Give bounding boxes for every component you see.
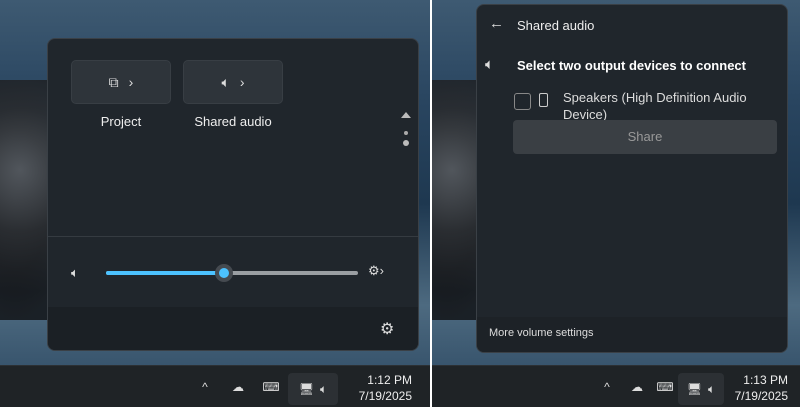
audio-output-selector-button[interactable]: ⚙︎› bbox=[368, 263, 384, 279]
screenshot-right: ← Shared audio 🔈︎ Select two output devi… bbox=[432, 0, 800, 407]
keyboard-icon[interactable]: ⌨︎ bbox=[260, 366, 282, 407]
onedrive-icon[interactable]: ☁︎ bbox=[626, 366, 648, 407]
prompt-text: Select two output devices to connect bbox=[517, 58, 746, 73]
volume-slider-fill bbox=[106, 271, 225, 275]
show-hidden-icons-chevron-up-icon[interactable]: ^ bbox=[196, 366, 214, 407]
share-button[interactable]: Share bbox=[513, 120, 777, 154]
show-hidden-icons-chevron-up-icon[interactable]: ^ bbox=[598, 366, 616, 407]
shared-audio-icon: 🔈︎ bbox=[221, 73, 230, 90]
page-up-icon[interactable] bbox=[401, 112, 411, 118]
clock[interactable]: 1:13 PM 7/19/2025 bbox=[728, 372, 788, 404]
screenshot-left: ⧉ › Project 🔈︎ › Shared audio 🔈︎ ⚙︎› ⚙ ^ ☁… bbox=[0, 0, 430, 407]
keyboard-icon[interactable]: ⌨︎ bbox=[654, 366, 676, 407]
project-icon: ⧉ bbox=[108, 73, 119, 90]
device-label[interactable]: Speakers (High Definition Audio Device) bbox=[563, 89, 763, 123]
speaker-icon bbox=[539, 93, 548, 107]
panel-title: Shared audio bbox=[517, 18, 595, 33]
volume-icon: 🔈︎ bbox=[320, 381, 328, 396]
shared-audio-icon: 🔈︎ bbox=[485, 56, 495, 73]
volume-icon[interactable]: 🔈︎ bbox=[71, 265, 79, 281]
clock[interactable]: 1:12 PM 7/19/2025 bbox=[348, 372, 412, 404]
wallpaper-rocks bbox=[432, 80, 482, 320]
wallpaper-rocks bbox=[0, 80, 50, 320]
project-label: Project bbox=[100, 114, 142, 129]
chevron-right-icon: › bbox=[239, 74, 245, 90]
network-icon: 🖥︎ bbox=[686, 382, 703, 396]
volume-icon: 🔈︎ bbox=[708, 381, 716, 396]
shared-audio-panel: ← Shared audio 🔈︎ Select two output devi… bbox=[476, 4, 788, 353]
date: 7/19/2025 bbox=[358, 389, 412, 403]
shared-audio-label: Shared audio bbox=[194, 114, 272, 129]
onedrive-icon[interactable]: ☁︎ bbox=[226, 366, 250, 407]
network-volume-button[interactable]: 🖥︎ 🔈︎ bbox=[288, 373, 338, 405]
page-dot-active[interactable] bbox=[403, 140, 409, 146]
device-checkbox[interactable] bbox=[514, 93, 531, 110]
footer-bar bbox=[48, 307, 418, 350]
more-volume-settings-link[interactable]: More volume settings bbox=[489, 327, 594, 339]
taskbar: ^ ☁︎ ⌨︎ 🖥︎ 🔈︎ 1:13 PM 7/19/2025 bbox=[432, 365, 800, 407]
time: 1:12 PM bbox=[367, 373, 412, 387]
page-dot[interactable] bbox=[404, 131, 408, 135]
volume-slider-thumb[interactable] bbox=[215, 264, 234, 282]
quick-settings-panel: ⧉ › Project 🔈︎ › Shared audio 🔈︎ ⚙︎› ⚙ bbox=[47, 38, 419, 351]
network-volume-button[interactable]: 🖥︎ 🔈︎ bbox=[678, 373, 724, 405]
chevron-right-icon: › bbox=[128, 74, 134, 90]
time: 1:13 PM bbox=[743, 373, 788, 387]
divider bbox=[48, 236, 418, 237]
settings-gear-icon[interactable]: ⚙ bbox=[380, 319, 394, 339]
network-icon: 🖥︎ bbox=[298, 382, 315, 396]
shared-audio-button[interactable]: 🔈︎ › bbox=[183, 60, 283, 104]
back-arrow-icon[interactable]: ← bbox=[489, 15, 504, 32]
date: 7/19/2025 bbox=[734, 389, 788, 403]
taskbar: ^ ☁︎ ⌨︎ 🖥︎ 🔈︎ 1:12 PM 7/19/2025 bbox=[0, 365, 430, 407]
volume-slider[interactable] bbox=[106, 264, 358, 282]
project-button[interactable]: ⧉ › bbox=[71, 60, 171, 104]
